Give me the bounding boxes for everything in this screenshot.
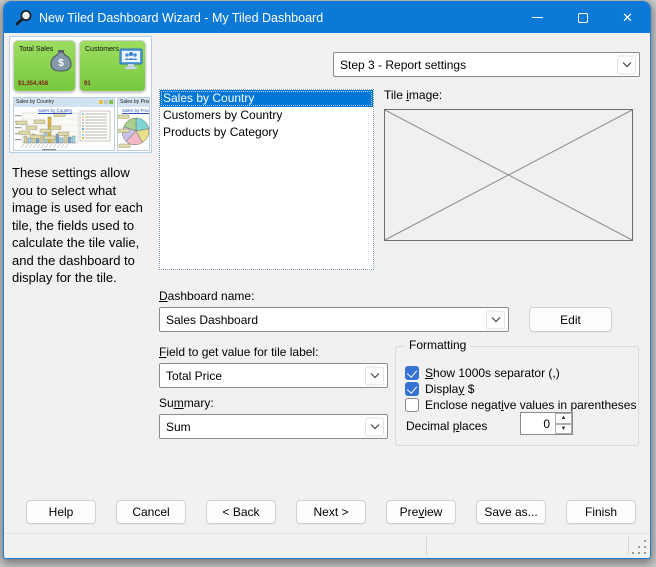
save-as-button[interactable]: Save as...	[476, 500, 546, 524]
resize-grip[interactable]	[629, 537, 647, 555]
step-description: These settings allow you to select what …	[12, 164, 162, 287]
tile-value: $1,354,458	[18, 81, 48, 87]
back-button[interactable]: < Back	[206, 500, 276, 524]
status-bar	[4, 533, 650, 558]
dashboard-name-label: Dashboard name:	[159, 289, 254, 303]
decimal-places-label: Decimal places	[406, 419, 487, 433]
decimal-places-spinner[interactable]: 0 ▲ ▼	[520, 412, 573, 435]
preview-button[interactable]: Preview	[386, 500, 456, 524]
summary-label: Summary:	[159, 396, 214, 410]
mini-panel-header: Sales by Product Category	[118, 98, 149, 107]
minimize-icon	[532, 17, 543, 18]
minimize-button[interactable]	[515, 2, 560, 33]
field-label: Field to get value for tile label:	[159, 345, 318, 359]
dashboard-preview-thumbnail: Total Sales $ $1,354,458 Customers 91	[9, 36, 152, 153]
mini-panel-header-icons	[99, 100, 113, 104]
list-item-products-by-category[interactable]: Products by Category	[160, 124, 373, 141]
svg-text:$: $	[58, 58, 64, 69]
negative-parentheses-checkbox[interactable]	[405, 398, 419, 412]
preview-panel-sales-by-country: Sales by Country Sales by Country	[13, 97, 115, 151]
tile-image-label: Tile image:	[384, 88, 442, 102]
dashboard-name-dropdown[interactable]: Sales Dashboard	[159, 307, 509, 332]
mini-panel-header: Sales by Country	[14, 98, 114, 107]
chevron-down-icon	[486, 310, 505, 329]
help-button[interactable]: Help	[26, 500, 96, 524]
title-bar[interactable]: New Tiled Dashboard Wizard - My Tiled Da…	[4, 2, 650, 33]
checkbox-label[interactable]: Display $	[425, 382, 474, 396]
tile-value: 91	[84, 81, 91, 87]
formatting-group-title: Formatting	[405, 338, 470, 352]
edit-button[interactable]: Edit	[529, 307, 612, 332]
step-selector-value: Step 3 - Report settings	[340, 58, 466, 72]
thousands-separator-checkbox[interactable]	[405, 366, 419, 380]
list-item-customers-by-country[interactable]: Customers by Country	[160, 107, 373, 124]
mini-pie-chart	[118, 107, 150, 151]
maximize-button[interactable]	[560, 2, 605, 33]
decimal-places-value: 0	[543, 413, 550, 434]
next-button[interactable]: Next >	[296, 500, 366, 524]
close-icon: ✕	[622, 11, 633, 24]
maximize-icon	[578, 13, 588, 23]
status-separator	[426, 537, 427, 555]
field-value: Total Price	[166, 369, 222, 383]
spinner-up-button[interactable]: ▲	[555, 413, 572, 424]
money-bag-icon: $	[49, 47, 73, 73]
chevron-down-icon	[617, 55, 636, 74]
mini-chart-title: Sales by Product	[122, 108, 150, 113]
display-dollar-checkbox[interactable]	[405, 382, 419, 396]
finish-button[interactable]: Finish	[566, 500, 636, 524]
preview-tile-customers: Customers 91	[79, 40, 146, 92]
checkbox-row-thousands-separator[interactable]: Show 1000s separator (,)	[405, 365, 560, 380]
preview-tile-total-sales: Total Sales $ $1,354,458	[13, 40, 76, 92]
mini-bar-chart	[14, 107, 114, 151]
mini-chart-title: Sales by Country	[38, 108, 72, 113]
chevron-down-icon	[365, 417, 384, 436]
close-button[interactable]: ✕	[605, 2, 650, 33]
window-title: New Tiled Dashboard Wizard - My Tiled Da…	[39, 11, 323, 25]
report-listbox[interactable]: Sales by Country Customers by Country Pr…	[159, 89, 374, 270]
tile-label: Customers	[85, 46, 119, 53]
magnifier-app-icon	[14, 9, 32, 27]
placeholder-cross-icon	[385, 110, 632, 240]
step-selector-dropdown[interactable]: Step 3 - Report settings	[333, 52, 640, 77]
spinner-down-button[interactable]: ▼	[555, 424, 572, 435]
dashboard-name-value: Sales Dashboard	[166, 313, 258, 327]
summary-value: Sum	[166, 420, 191, 434]
checkbox-row-display-dollar[interactable]: Display $	[405, 381, 474, 396]
checkbox-label[interactable]: Enclose negative values in parentheses	[425, 398, 636, 412]
list-item-sales-by-country[interactable]: Sales by Country	[160, 90, 373, 107]
summary-dropdown[interactable]: Sum	[159, 414, 388, 439]
field-dropdown[interactable]: Total Price	[159, 363, 388, 388]
wizard-dialog: New Tiled Dashboard Wizard - My Tiled Da…	[3, 1, 651, 559]
tile-image-placeholder	[384, 109, 633, 241]
cancel-button[interactable]: Cancel	[116, 500, 186, 524]
checkbox-label[interactable]: Show 1000s separator (,)	[425, 366, 560, 380]
chevron-down-icon	[365, 366, 384, 385]
preview-panel-sales-by-product-category: Sales by Product Category Sales by Produ…	[117, 97, 150, 151]
monitor-users-icon	[119, 47, 143, 73]
checkbox-row-negative-parentheses[interactable]: Enclose negative values in parentheses	[405, 397, 636, 412]
